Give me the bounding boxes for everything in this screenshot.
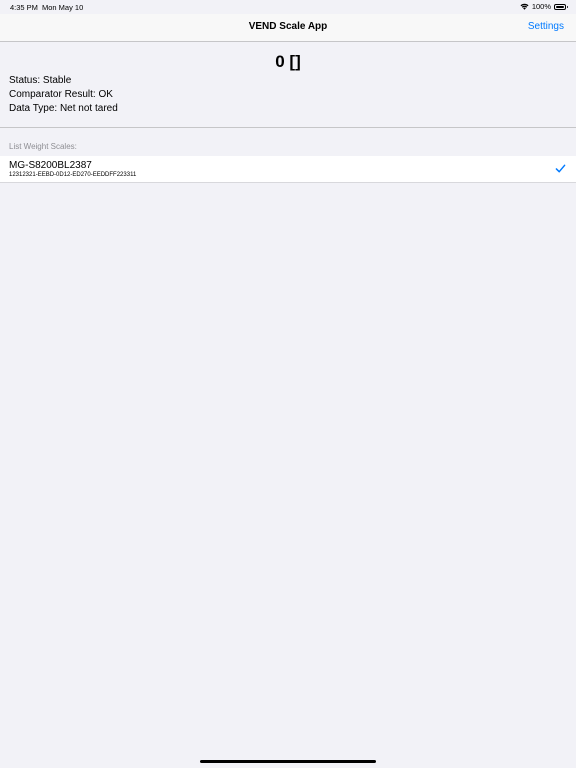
comparator-result-text: Comparator Result: OK bbox=[9, 89, 113, 100]
battery-fill bbox=[556, 5, 564, 8]
section-header-weight-scales: List Weight Scales: bbox=[9, 142, 77, 151]
battery-percent: 100% bbox=[531, 2, 551, 11]
divider bbox=[0, 127, 576, 128]
status-right-group: 100% bbox=[520, 2, 568, 11]
status-date: Mon May 10 bbox=[42, 3, 84, 12]
scale-identifier: 12312321-EEBD-0D12-ED270-EEDDFF223311 bbox=[9, 172, 137, 178]
checkmark-icon bbox=[555, 164, 566, 173]
page-title: VEND Scale App bbox=[248, 21, 328, 32]
data-type-text: Data Type: Net not tared bbox=[9, 103, 118, 114]
settings-button[interactable]: Settings bbox=[528, 21, 564, 32]
status-bar: 4:35 PM Mon May 10 100% bbox=[0, 0, 576, 14]
list-item-scale[interactable]: MG-S8200BL2387 12312321-EEBD-0D12-ED270-… bbox=[0, 156, 576, 183]
wifi-icon bbox=[520, 3, 529, 10]
navigation-bar: VEND Scale App Settings bbox=[0, 14, 576, 42]
home-indicator[interactable] bbox=[200, 760, 376, 763]
weight-display: 0 [] bbox=[275, 52, 301, 71]
scale-status-panel: Status: Stable Comparator Result: OK Dat… bbox=[9, 74, 118, 116]
scale-name: MG-S8200BL2387 bbox=[9, 160, 92, 171]
battery-icon bbox=[554, 3, 568, 10]
status-time: 4:35 PM bbox=[10, 3, 38, 12]
status-text: Status: Stable bbox=[9, 75, 72, 86]
